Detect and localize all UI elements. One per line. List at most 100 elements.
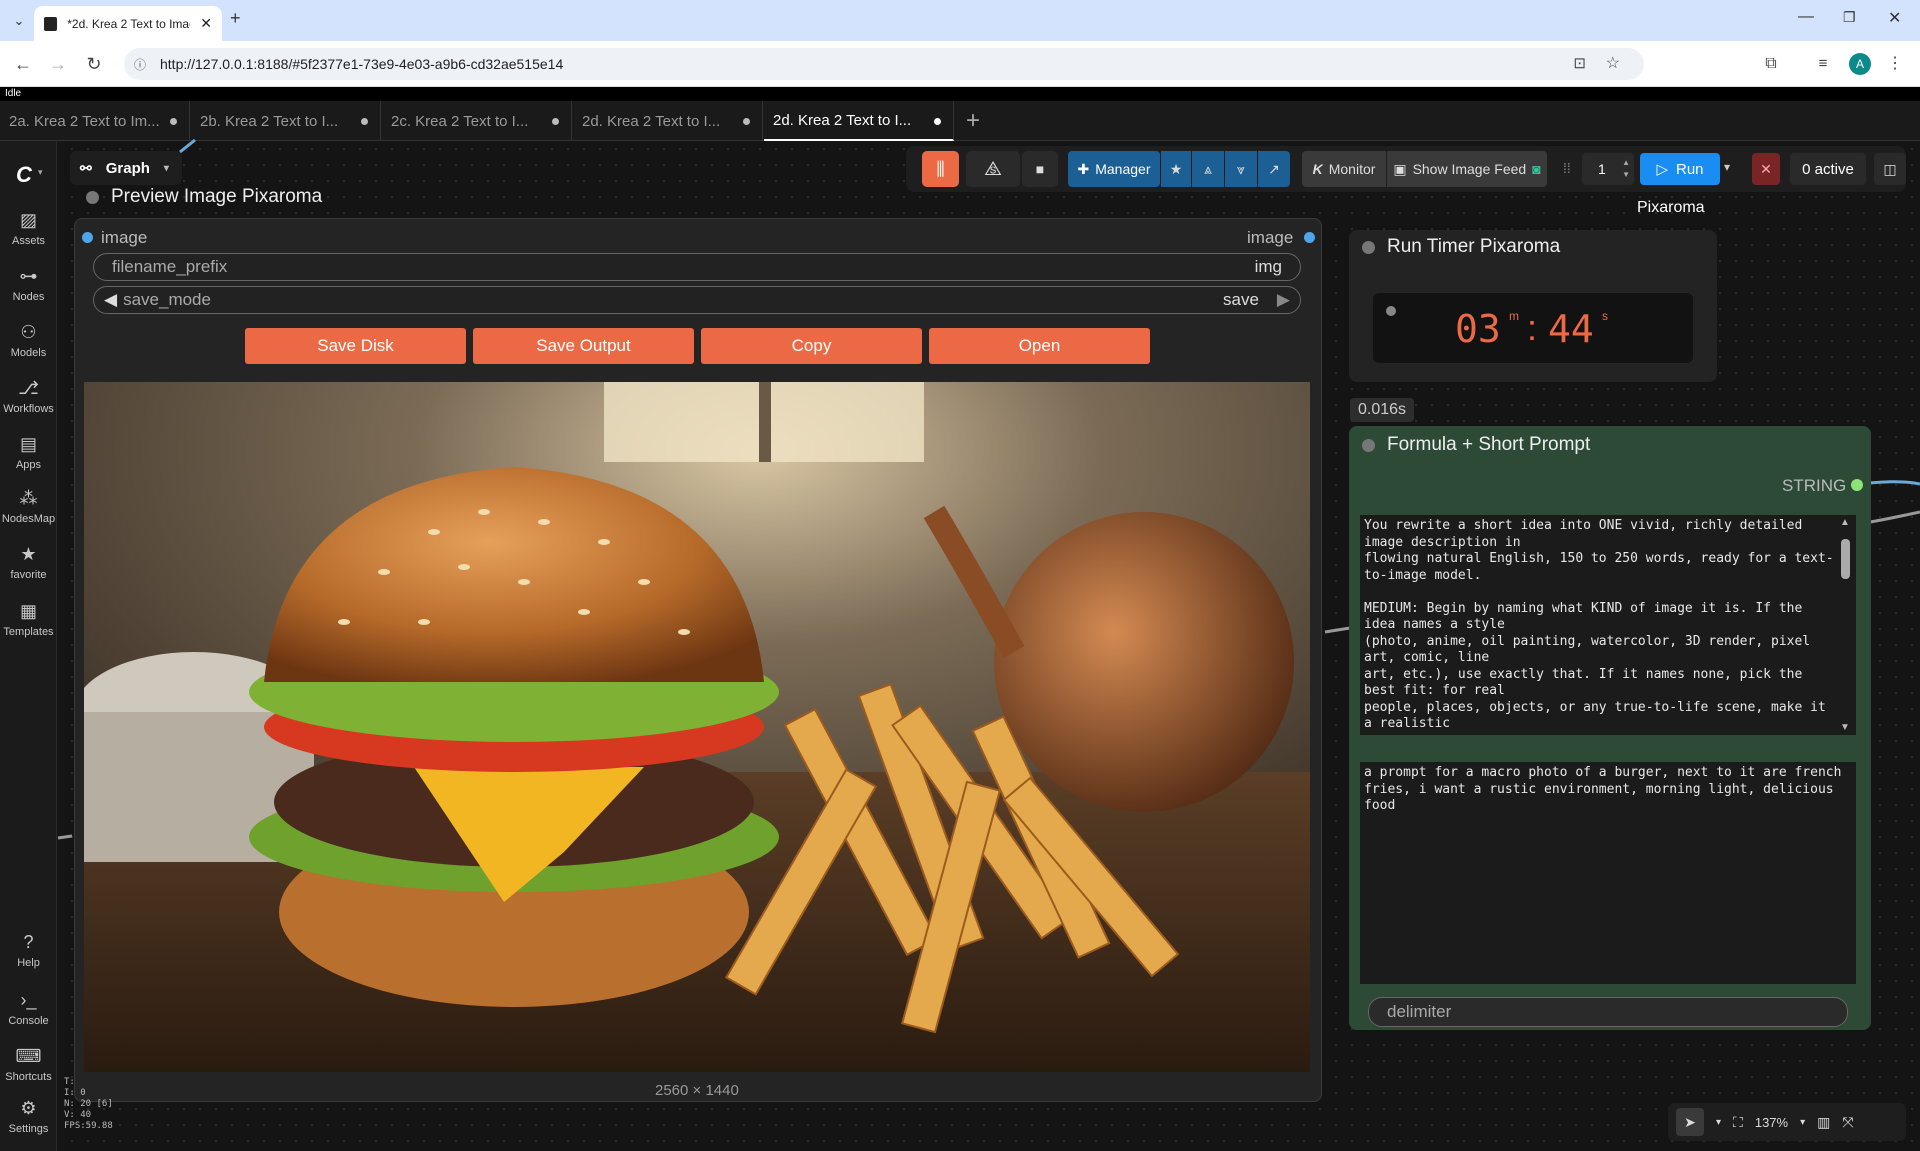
timer-display: 03 m : 44 s bbox=[1373, 293, 1693, 363]
sidebar-item-label: Nodes bbox=[12, 291, 45, 303]
minimap-icon[interactable]: ▥ bbox=[1817, 1114, 1830, 1131]
node-title[interactable]: Run Timer Pixaroma bbox=[1362, 236, 1560, 258]
system-prompt-textarea[interactable]: You rewrite a short idea into ONE vivid,… bbox=[1360, 515, 1856, 735]
preview-image bbox=[84, 382, 1310, 1072]
monitor-label: Monitor bbox=[1328, 161, 1376, 177]
sidebar-item-workflows[interactable]: ⎇ Workflows bbox=[0, 377, 57, 415]
sidebar-item-shortcuts[interactable]: ⌨ Shortcuts bbox=[0, 1045, 57, 1083]
stats-line: N: 20 [6] bbox=[64, 1099, 113, 1109]
sidebar-item-label: Assets bbox=[11, 235, 45, 247]
node-title[interactable]: Preview Image Pixaroma bbox=[86, 186, 322, 208]
bookmark-button[interactable]: ■ bbox=[1022, 151, 1058, 187]
save-mode-value: save bbox=[1223, 290, 1259, 309]
output-slot-icon[interactable] bbox=[1851, 479, 1863, 491]
sidebar-item-assets[interactable]: ▨ Assets bbox=[0, 209, 57, 247]
button-label: Save Disk bbox=[317, 336, 394, 355]
node-title[interactable]: Formula + Short Prompt bbox=[1362, 434, 1590, 456]
gear-icon: ⚙ bbox=[20, 1098, 37, 1118]
apps-icon: ▤ bbox=[19, 434, 37, 454]
active-queue-button[interactable]: 0 active bbox=[1790, 153, 1866, 185]
filename-prefix-value: img bbox=[1254, 257, 1282, 276]
manager-button[interactable]: ✚ Manager bbox=[1068, 151, 1160, 187]
share-toolbar-button[interactable]: ↗ bbox=[1258, 151, 1290, 187]
open-button[interactable]: Open bbox=[929, 328, 1150, 364]
audio-levels-button[interactable]: ⫼ bbox=[922, 151, 959, 187]
model-a-toolbar-button[interactable]: ⩓ bbox=[1192, 151, 1224, 187]
copy-button[interactable]: Copy bbox=[701, 328, 922, 364]
sidebar-item-label: favorite bbox=[10, 569, 47, 581]
pixaroma-logo-button[interactable]: ⧌ bbox=[966, 151, 1020, 187]
execution-time-badge: 0.016s bbox=[1350, 398, 1414, 422]
stats-line: V: 40 bbox=[64, 1110, 92, 1120]
favorite-toolbar-button[interactable]: ★ bbox=[1161, 151, 1191, 187]
scroll-up-icon[interactable]: ▲ bbox=[1840, 517, 1850, 528]
active-count-label: 0 active bbox=[1802, 160, 1854, 178]
logo-chevron-icon[interactable]: ▾ bbox=[38, 167, 43, 178]
model-b-toolbar-button[interactable]: ⩔ bbox=[1225, 151, 1257, 187]
collapse-dot-icon[interactable] bbox=[1362, 438, 1375, 452]
arrow-right-icon[interactable]: ▶ bbox=[1277, 290, 1290, 310]
short-prompt-textarea[interactable]: a prompt for a macro photo of a burger, … bbox=[1360, 762, 1856, 984]
delimiter-widget[interactable]: delimiter bbox=[1368, 997, 1848, 1027]
keyboard-icon: ⌨ bbox=[15, 1046, 42, 1066]
sidebar-item-apps[interactable]: ▤ Apps bbox=[0, 433, 57, 471]
sidebar-item-nodes[interactable]: ⊶ Nodes bbox=[0, 265, 57, 303]
sidebar-item-console[interactable]: ›_ Console bbox=[0, 989, 57, 1027]
sidebar-item-label: Settings bbox=[8, 1123, 49, 1135]
save-output-button[interactable]: Save Output bbox=[473, 328, 694, 364]
arrow-left-icon[interactable]: ◀ bbox=[104, 290, 117, 310]
fit-view-icon[interactable]: ⛶ bbox=[1733, 1114, 1743, 1131]
run-button[interactable]: ▷ Run bbox=[1640, 153, 1720, 185]
sidebar-item-favorite[interactable]: ★ favorite bbox=[0, 543, 57, 581]
mode-chevron-icon[interactable]: ▾ bbox=[1716, 1117, 1721, 1128]
image-feed-icon: ▣ bbox=[1393, 160, 1407, 177]
puzzle-icon: ✚ bbox=[1077, 160, 1090, 177]
formula-node-title: Formula + Short Prompt bbox=[1387, 434, 1591, 455]
canvas-controls: ➤ ▾ ⛶ 137% ▾ ▥ ⤧ bbox=[1668, 1103, 1906, 1141]
save-mode-widget[interactable]: ◀ save_mode save ▶ bbox=[93, 286, 1301, 314]
models-icon: ⚇ bbox=[20, 322, 37, 342]
sidebar-item-nodesmap[interactable]: ⁂ NodesMap bbox=[0, 487, 57, 525]
scroll-thumb[interactable] bbox=[1841, 539, 1850, 579]
sidebar-item-label: Help bbox=[17, 957, 40, 969]
nodes-icon: ⊶ bbox=[19, 266, 38, 286]
run-options-chevron-icon[interactable]: ▾ bbox=[1724, 160, 1730, 174]
button-label: Copy bbox=[791, 336, 832, 355]
zoom-chevron-icon[interactable]: ▾ bbox=[1800, 1117, 1805, 1128]
output-slot-icon[interactable] bbox=[1304, 232, 1315, 243]
cancel-run-button[interactable]: ✕ bbox=[1752, 153, 1780, 185]
chevron-down-icon: ▾ bbox=[163, 162, 169, 174]
timer-colon: : bbox=[1527, 307, 1538, 348]
sidebar-item-models[interactable]: ⚇ Models bbox=[0, 321, 57, 359]
templates-icon: ▦ bbox=[19, 601, 37, 621]
show-image-feed-button[interactable]: ▣ Show Image Feed ◙ bbox=[1387, 151, 1547, 187]
filename-prefix-widget[interactable]: filename_prefix img bbox=[93, 253, 1301, 281]
scrollbar[interactable]: ▲ ▼ bbox=[1838, 517, 1852, 733]
graph-selector[interactable]: ⚯ Graph ▾ bbox=[70, 151, 182, 185]
comfy-logo-icon[interactable]: C bbox=[16, 162, 32, 188]
kettle bbox=[994, 512, 1294, 812]
drag-handle-icon[interactable]: ⁞⁞ bbox=[1563, 160, 1571, 176]
zoom-level[interactable]: 137% bbox=[1755, 1115, 1788, 1130]
toggle-panel-button[interactable]: ◫ bbox=[1874, 153, 1906, 185]
stepper-icon[interactable]: ▲ ▼ bbox=[1622, 157, 1630, 181]
timer-status-dot-icon bbox=[1386, 306, 1396, 316]
hide-links-icon[interactable]: ⤧ bbox=[1842, 1114, 1853, 1131]
image-dimensions: 2560 × 1440 bbox=[655, 1082, 739, 1099]
sidebar-item-help[interactable]: ? Help bbox=[0, 931, 57, 969]
monitor-button[interactable]: K Monitor bbox=[1302, 151, 1386, 187]
collapse-dot-icon[interactable] bbox=[86, 190, 99, 204]
scroll-down-icon[interactable]: ▼ bbox=[1840, 722, 1850, 733]
pixaroma-label: Pixaroma bbox=[1637, 199, 1705, 216]
collapse-dot-icon[interactable] bbox=[1362, 240, 1375, 254]
select-mode-icon[interactable]: ➤ bbox=[1676, 1108, 1704, 1136]
input-slot-icon[interactable] bbox=[82, 232, 93, 243]
sidebar-item-templates[interactable]: ▦ Templates bbox=[0, 600, 57, 638]
sidebar-item-label: Apps bbox=[15, 459, 42, 471]
batch-count-input[interactable]: 1 ▲ ▼ bbox=[1582, 153, 1634, 185]
link-wire bbox=[179, 138, 196, 154]
graph-label: Graph bbox=[105, 159, 150, 177]
save-disk-button[interactable]: Save Disk bbox=[245, 328, 466, 364]
show-feed-label: Show Image Feed bbox=[1412, 161, 1527, 177]
sidebar-item-settings[interactable]: ⚙ Settings bbox=[0, 1097, 57, 1135]
